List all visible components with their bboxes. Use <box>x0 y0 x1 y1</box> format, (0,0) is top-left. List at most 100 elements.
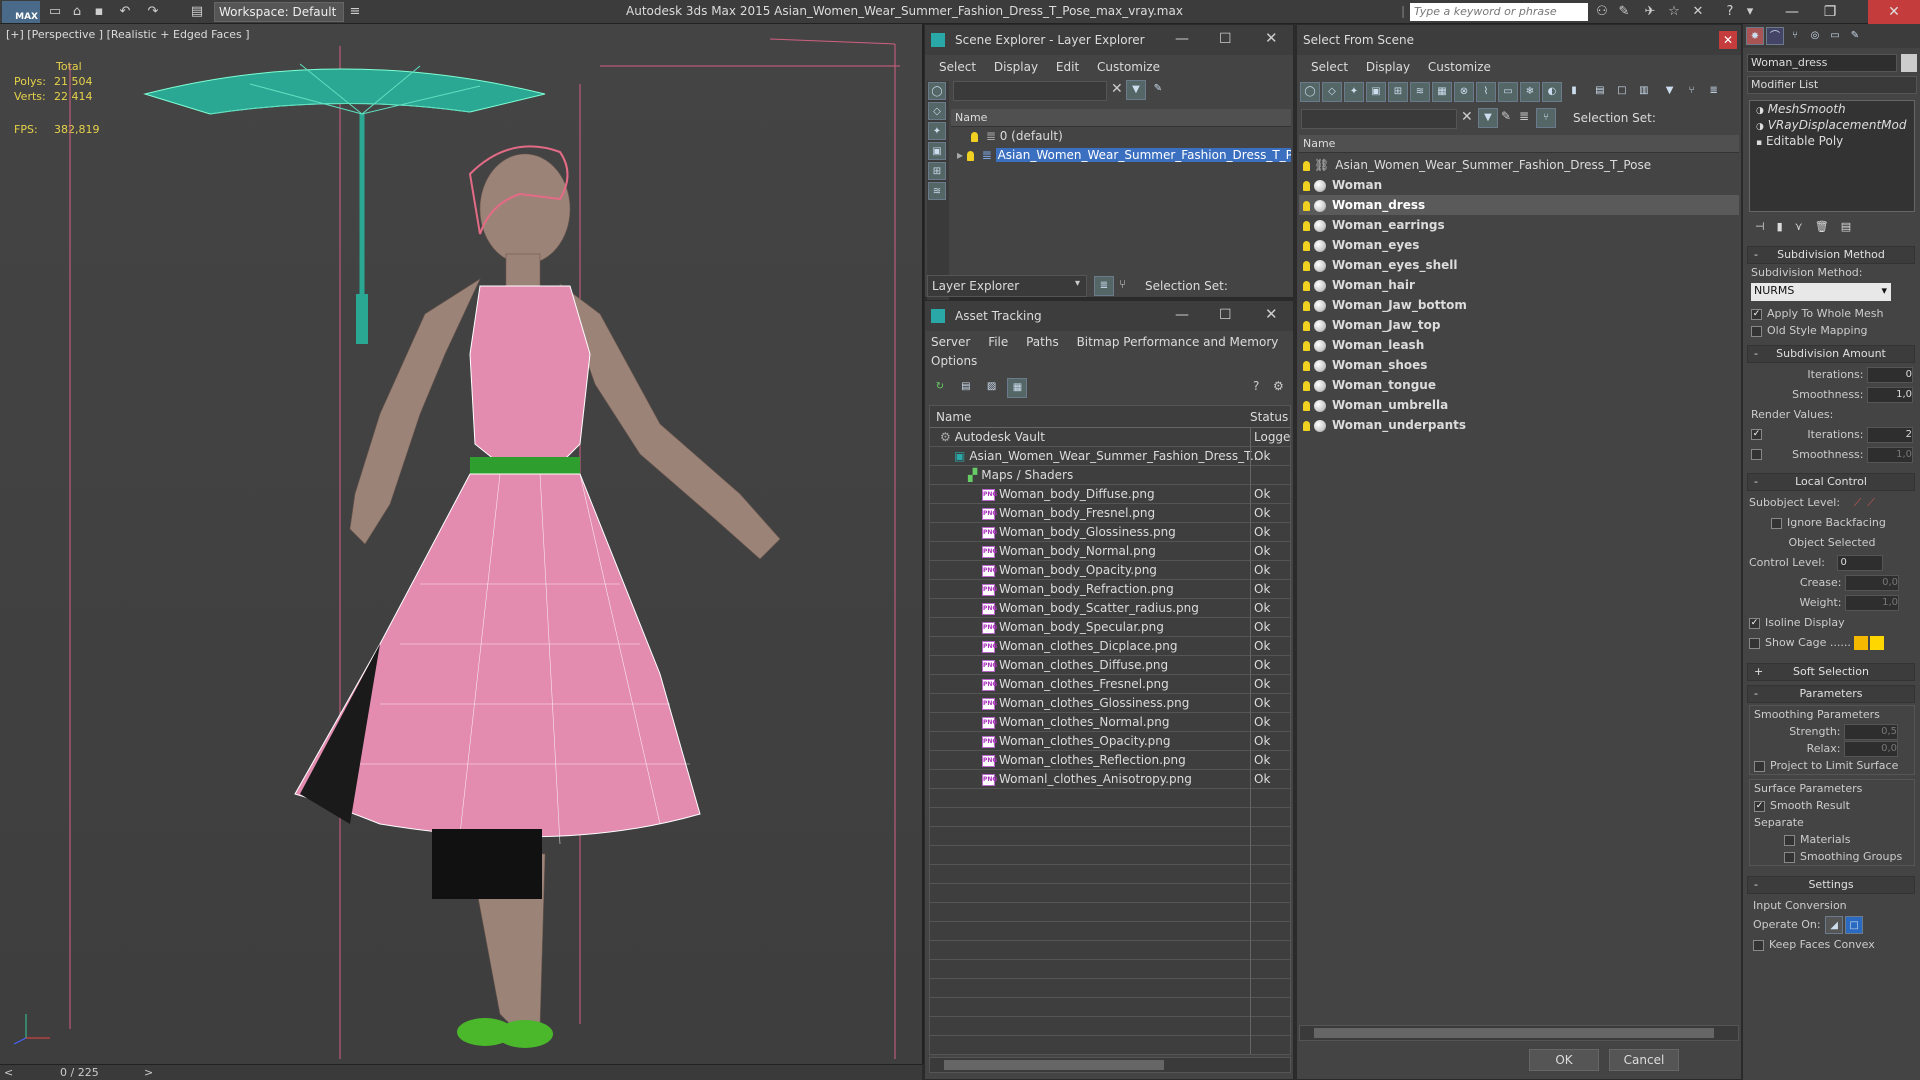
layer-visibility-icon[interactable] <box>971 131 978 142</box>
asset-row[interactable]: PNG Woman_clothes_Diffuse.png Ok <box>930 656 1290 675</box>
layer-row[interactable]: ≣ 0 (default) <box>951 127 1291 146</box>
isoline-display-checkbox[interactable]: ✓ <box>1749 617 1760 629</box>
render-iterations-spinner[interactable]: 2 <box>1867 427 1913 443</box>
asset-row[interactable]: PNG Woman_clothes_Fresnel.png Ok <box>930 675 1290 694</box>
ignore-backfacing-row[interactable]: Ignore Backfacing <box>1749 513 1915 533</box>
scene-object-row[interactable]: Woman_Jaw_bottom <box>1299 295 1739 315</box>
filter-hidden-icon[interactable]: ◐ <box>1542 82 1562 102</box>
ok-button[interactable]: OK <box>1529 1049 1599 1071</box>
scene-object-row[interactable]: Woman_Jaw_top <box>1299 315 1739 335</box>
menu-server[interactable]: Server <box>931 335 970 349</box>
asset-row[interactable]: PNG Woman_clothes_Normal.png Ok <box>930 713 1290 732</box>
col-header-name[interactable]: Name <box>936 406 971 428</box>
menu-display[interactable]: Display <box>994 60 1038 74</box>
minimize-icon[interactable]: — <box>1175 31 1189 47</box>
visibility-bulb-icon[interactable] <box>1303 160 1310 171</box>
close-window-icon[interactable]: ✕ <box>1868 0 1920 24</box>
app-logo[interactable]: MAX <box>2 1 40 23</box>
control-level-spinner[interactable]: 0 <box>1836 555 1883 571</box>
filter-icon[interactable]: ▼ <box>1478 108 1498 128</box>
menu-display[interactable]: Display <box>1366 60 1410 74</box>
scene-object-row[interactable]: Woman <box>1299 175 1739 195</box>
create-tab-icon[interactable]: ✸ <box>1746 27 1764 45</box>
redo-icon[interactable]: ↷ <box>144 3 162 21</box>
motion-tab-icon[interactable]: ◎ <box>1806 27 1824 45</box>
visibility-bulb-icon[interactable] <box>1303 400 1310 411</box>
display-cameras-icon[interactable]: ▣ <box>928 142 946 160</box>
settings-icon[interactable]: ⚙ <box>1273 379 1284 393</box>
asset-row[interactable]: PNG Woman_clothes_Reflection.png Ok <box>930 751 1290 770</box>
explorer-type-dropdown[interactable]: Layer Explorer <box>927 275 1087 297</box>
scene-object-row[interactable]: Woman_eyes_shell <box>1299 255 1739 275</box>
cage-color-swatch-1[interactable] <box>1854 636 1869 650</box>
edge-subobject-icon[interactable]: ⟋ <box>1867 496 1875 509</box>
menu-select[interactable]: Select <box>1311 60 1348 74</box>
scene-object-row[interactable]: Woman_dress <box>1299 195 1739 215</box>
hierarchy-icon[interactable]: ⑂ <box>1119 277 1126 291</box>
rollout-soft-selection[interactable]: + Soft Selection <box>1747 663 1915 681</box>
close-x-icon[interactable]: ✕ <box>1688 3 1708 21</box>
smoothness-spinner[interactable]: 1,0 <box>1867 387 1913 403</box>
rollout-subdivision-amount[interactable]: - Subdivision Amount <box>1747 345 1915 363</box>
explorer-search-field[interactable] <box>953 81 1107 101</box>
relax-spinner[interactable]: 0,0 <box>1844 741 1898 757</box>
bulb-icon[interactable]: ◑ <box>1756 106 1764 116</box>
visibility-bulb-icon[interactable] <box>1303 180 1310 191</box>
isoline-display-row[interactable]: ✓ Isoline Display <box>1749 613 1915 633</box>
display-tab-icon[interactable]: ▭ <box>1826 27 1844 45</box>
minimize-icon[interactable]: — <box>1774 0 1810 24</box>
visibility-bulb-icon[interactable] <box>1303 420 1310 431</box>
vertex-subobject-icon[interactable]: ⟋ <box>1854 496 1862 509</box>
visibility-bulb-icon[interactable] <box>1303 340 1310 351</box>
funnel-icon[interactable]: ▼ <box>1660 82 1680 102</box>
binoculars-icon[interactable]: ⚇ <box>1592 3 1612 21</box>
search-input[interactable]: Type a keyword or phrase <box>1410 3 1588 21</box>
asset-row[interactable]: PNG Woman_body_Opacity.png Ok <box>930 561 1290 580</box>
modifier-stack-item[interactable]: ◑ MeshSmooth <box>1750 101 1914 117</box>
clear-search-icon[interactable]: ✕ <box>1461 109 1473 125</box>
horizontal-scrollbar[interactable] <box>1299 1025 1739 1041</box>
visibility-bulb-icon[interactable] <box>1303 220 1310 231</box>
ignore-backfacing-checkbox[interactable] <box>1771 517 1782 529</box>
undo-icon[interactable]: ↶ <box>116 3 134 21</box>
show-cage-row[interactable]: Show Cage ...... <box>1749 633 1915 653</box>
dropdown-arrow-icon[interactable]: ▾ <box>1075 278 1080 289</box>
render-smoothness-checkbox[interactable] <box>1751 449 1762 460</box>
filter-cameras-icon[interactable]: ▣ <box>1366 82 1386 102</box>
filter-lights-icon[interactable]: ✦ <box>1344 82 1364 102</box>
asset-row[interactable]: PNG Woman_body_Specular.png Ok <box>930 618 1290 637</box>
asset-row[interactable]: PNG Woman_clothes_Dicplace.png Ok <box>930 637 1290 656</box>
remove-modifier-icon[interactable]: 🗑 <box>1815 220 1829 233</box>
filter-spacewarps-icon[interactable]: ≋ <box>1410 82 1430 102</box>
menu-file[interactable]: File <box>988 335 1008 349</box>
minimize-icon[interactable]: — <box>1175 307 1189 323</box>
cancel-button[interactable]: Cancel <box>1609 1049 1679 1071</box>
filter-groups-icon[interactable]: ▦ <box>1432 82 1452 102</box>
rollout-settings[interactable]: - Settings <box>1747 876 1915 894</box>
rollout-parameters[interactable]: - Parameters <box>1747 685 1915 703</box>
menu-customize[interactable]: Customize <box>1428 60 1491 74</box>
make-unique-icon[interactable]: ⋎ <box>1795 220 1803 233</box>
close-icon[interactable]: ✕ <box>1265 305 1278 323</box>
scene-object-row[interactable]: Woman_eyes <box>1299 235 1739 255</box>
tools-icon[interactable]: ✎ <box>1614 3 1634 21</box>
bulb-icon[interactable]: ◑ <box>1756 122 1764 132</box>
column-header-name[interactable]: Name <box>1299 135 1739 153</box>
smooth-result-row[interactable]: ✓ Smooth Result <box>1754 797 1910 814</box>
cage-color-swatch-2[interactable] <box>1870 636 1885 650</box>
column-header-name[interactable]: Name <box>951 109 1291 127</box>
scene-object-row[interactable]: Woman_underpants <box>1299 415 1739 435</box>
weight-spinner[interactable]: 1,0 <box>1845 595 1899 611</box>
time-prev-button[interactable]: < <box>4 1066 13 1079</box>
subdivision-method-dropdown[interactable]: NURMS ▾ <box>1751 283 1891 301</box>
time-next-button[interactable]: > <box>144 1066 153 1079</box>
help-dropdown-icon[interactable]: ▾ <box>1740 3 1760 21</box>
filter-lock-icon[interactable]: ▮ <box>1564 82 1584 102</box>
scene-3d-model[interactable] <box>0 24 922 1064</box>
pin-stack-icon[interactable]: ⊣ <box>1755 220 1765 233</box>
menu-select[interactable]: Select <box>939 60 976 74</box>
scene-object-row[interactable]: Woman_tongue <box>1299 375 1739 395</box>
visibility-bulb-icon[interactable] <box>1303 200 1310 211</box>
modifier-stack-item[interactable]: ▪ Editable Poly <box>1750 133 1914 149</box>
scene-object-row[interactable]: ⛓ Asian_Women_Wear_Summer_Fashion_Dress_T… <box>1299 155 1739 175</box>
